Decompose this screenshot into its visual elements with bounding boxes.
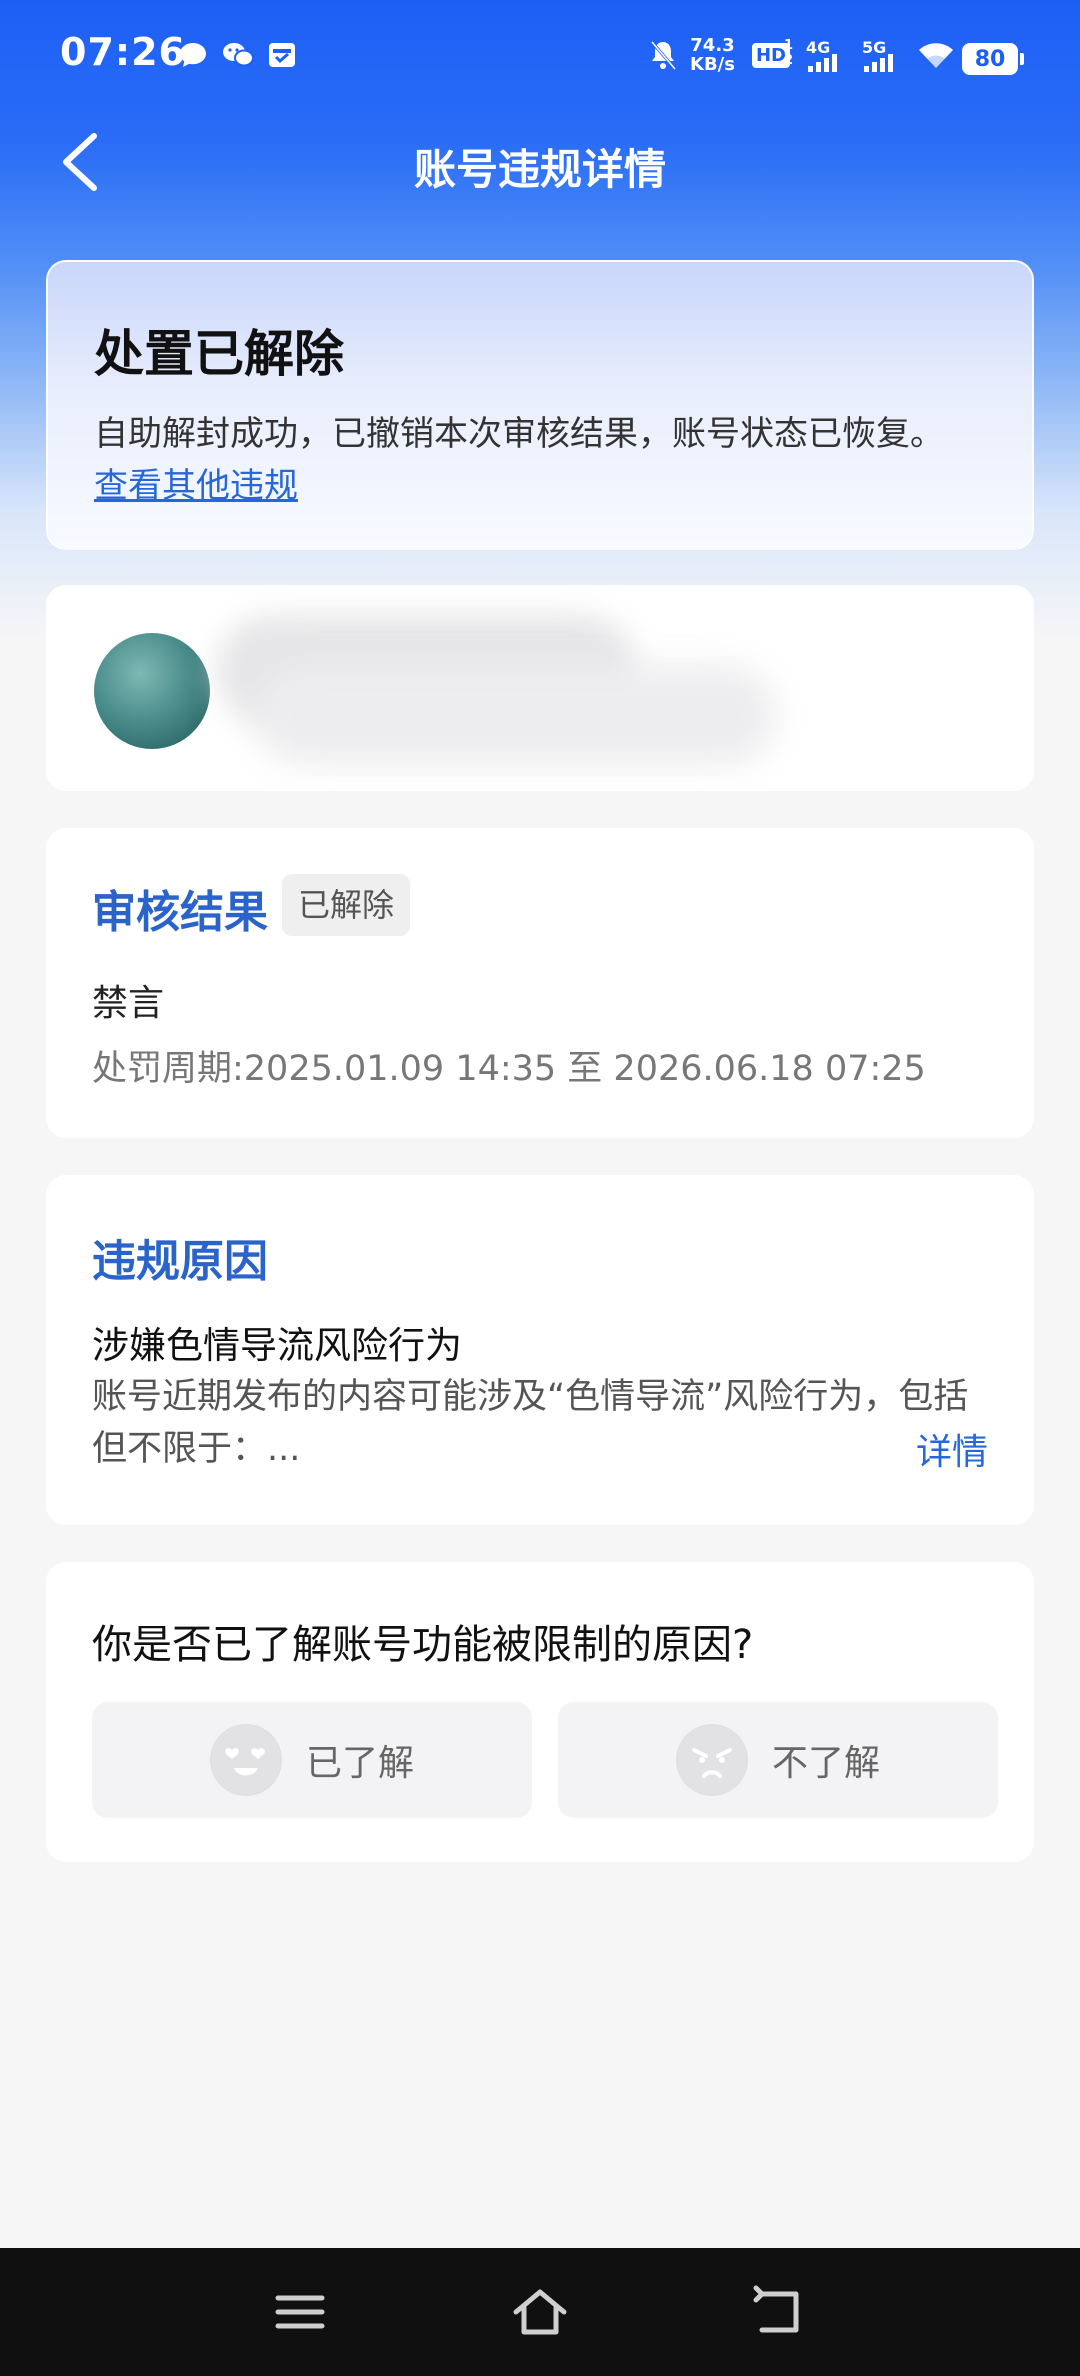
home-icon bbox=[513, 2289, 567, 2335]
heart-eyes-face-icon bbox=[209, 1724, 282, 1796]
wechat-icon bbox=[220, 38, 256, 72]
clock: 07:26 bbox=[60, 30, 186, 74]
menu-button[interactable] bbox=[270, 2282, 330, 2342]
status-bar: 07:26 74.3 KB/s HD 1 2 4G 5G 80 bbox=[0, 0, 1080, 120]
violation-reason-description: 账号近期发布的内容可能涉及“色情导流”风险行为，包括但不限于：... bbox=[92, 1377, 969, 1469]
mute-bell-icon bbox=[646, 38, 680, 72]
app-notification-icon bbox=[266, 38, 298, 72]
network-speed: 74.3 KB/s bbox=[690, 36, 735, 74]
details-link[interactable]: 详情 bbox=[916, 1423, 988, 1475]
understood-button[interactable]: 已了解 bbox=[92, 1702, 532, 1818]
status-card: 处置已解除 自助解封成功，已撤销本次审核结果，账号状态已恢复。 查看其他违规 bbox=[46, 260, 1034, 550]
menu-icon bbox=[275, 2295, 325, 2329]
review-result-card: 审核结果 已解除 禁言 处罚周期:2025.01.09 14:35 至 2026… bbox=[46, 828, 1034, 1138]
avatar bbox=[94, 633, 210, 749]
status-title: 处置已解除 bbox=[94, 325, 344, 383]
violation-reason-title: 违规原因 bbox=[92, 1236, 268, 1287]
status-description: 自助解封成功，已撤销本次审核结果，账号状态已恢复。 bbox=[94, 414, 944, 454]
review-result-title: 审核结果 bbox=[92, 887, 268, 938]
page-title: 账号违规详情 bbox=[413, 145, 666, 194]
home-button[interactable] bbox=[510, 2282, 570, 2342]
not-understood-label: 不了解 bbox=[771, 1743, 880, 1784]
back-icon bbox=[753, 2285, 799, 2333]
violation-reason-card: 违规原因 涉嫌色情导流风险行为 账号近期发布的内容可能涉及“色情导流”风险行为，… bbox=[46, 1175, 1034, 1525]
signal-bars-icon bbox=[864, 52, 893, 72]
penalty-type: 禁言 bbox=[92, 983, 165, 1024]
penalty-period: 处罚周期:2025.01.09 14:35 至 2026.06.18 07:25 bbox=[92, 1049, 926, 1089]
feedback-card: 你是否已了解账号功能被限制的原因? 已了解 不了解 bbox=[46, 1562, 1034, 1862]
hd-sub-label: 1 2 bbox=[784, 38, 794, 68]
back-nav-button[interactable] bbox=[750, 2282, 810, 2342]
net-speed-unit: KB/s bbox=[690, 54, 735, 75]
feedback-question: 你是否已了解账号功能被限制的原因? bbox=[92, 1622, 754, 1668]
wifi-icon bbox=[916, 38, 956, 72]
understood-label: 已了解 bbox=[305, 1743, 414, 1784]
violation-reason-subtitle: 涉嫌色情导流风险行为 bbox=[92, 1324, 462, 1367]
battery-indicator: 80 bbox=[962, 43, 1024, 75]
not-understood-button[interactable]: 不了解 bbox=[558, 1702, 998, 1818]
view-other-violations-link[interactable]: 查看其他违规 bbox=[94, 458, 298, 507]
account-card bbox=[46, 585, 1034, 791]
net-speed-value: 74.3 bbox=[690, 35, 735, 56]
system-navigation-bar bbox=[0, 2248, 1080, 2376]
signal-bars-icon bbox=[808, 52, 837, 72]
redacted-account-info bbox=[256, 665, 776, 765]
message-icon bbox=[176, 38, 210, 72]
status-badge: 已解除 bbox=[282, 874, 411, 936]
frowning-face-icon bbox=[675, 1724, 748, 1796]
